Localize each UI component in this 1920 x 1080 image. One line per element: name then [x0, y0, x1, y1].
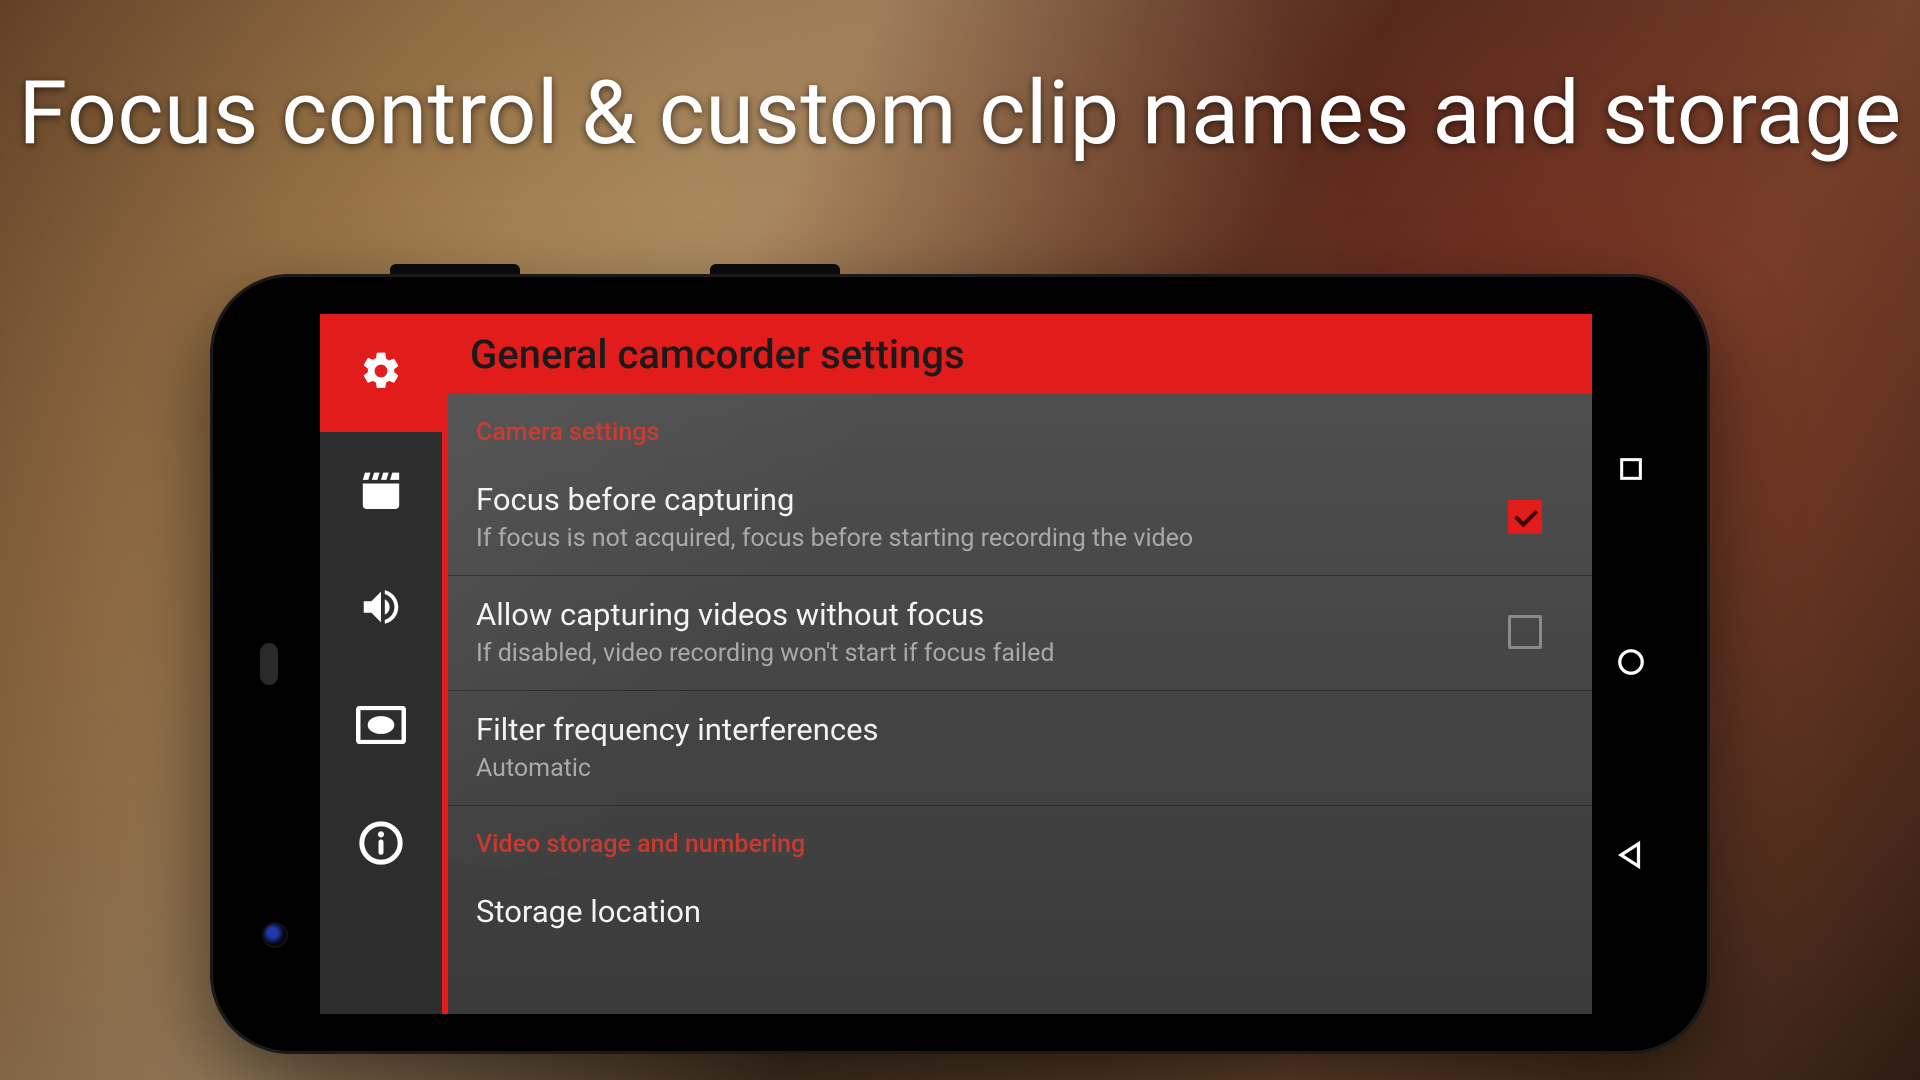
sidebar-item-about[interactable] [320, 786, 442, 904]
sidebar-item-display[interactable] [320, 668, 442, 786]
back-button[interactable] [1614, 840, 1648, 874]
android-navbar [1592, 314, 1670, 1014]
sidebar-item-general[interactable] [320, 314, 442, 432]
square-icon [1617, 455, 1645, 487]
settings-panel[interactable]: Camera settings Focus before capturing I… [448, 394, 1592, 1014]
setting-subtitle: If disabled, video recording won't start… [476, 639, 1484, 668]
setting-allow-capture-without-focus[interactable]: Allow capturing videos without focus If … [448, 576, 1592, 691]
setting-filter-frequency[interactable]: Filter frequency interferences Automatic [448, 691, 1592, 806]
setting-value: Automatic [476, 754, 1564, 783]
setting-focus-before-capturing[interactable]: Focus before capturing If focus is not a… [448, 461, 1592, 576]
setting-title: Allow capturing videos without focus [476, 596, 1484, 633]
page-title: General camcorder settings [448, 314, 1592, 394]
setting-title: Filter frequency interferences [476, 711, 1564, 748]
setting-title: Storage location [476, 893, 1564, 930]
sidebar-item-audio[interactable] [320, 550, 442, 668]
volume-icon [358, 584, 404, 634]
phone-mockup: General camcorder settings Camera settin… [210, 274, 1710, 1054]
app-root: General camcorder settings Camera settin… [320, 314, 1592, 1014]
settings-sidebar [320, 314, 442, 1014]
triangle-back-icon [1616, 840, 1646, 874]
promo-headline: Focus control & custom clip names and st… [0, 62, 1920, 165]
clapperboard-icon [359, 469, 403, 513]
phone-speaker [260, 643, 278, 685]
phone-front-camera [264, 924, 286, 946]
sidebar-item-video[interactable] [320, 432, 442, 550]
setting-title: Focus before capturing [476, 481, 1484, 518]
recent-apps-button[interactable] [1614, 454, 1648, 488]
setting-subtitle: If focus is not acquired, focus before s… [476, 524, 1484, 553]
gear-icon [359, 349, 403, 397]
circle-icon [1616, 647, 1646, 681]
home-button[interactable] [1614, 647, 1648, 681]
section-camera-settings: Camera settings [448, 394, 1592, 461]
phone-screen: General camcorder settings Camera settin… [320, 314, 1670, 1014]
checkbox-focus-before-capturing[interactable] [1508, 500, 1542, 534]
setting-storage-location[interactable]: Storage location [448, 873, 1592, 930]
display-eye-icon [356, 706, 406, 748]
section-storage-numbering: Video storage and numbering [448, 806, 1592, 873]
settings-content: General camcorder settings Camera settin… [442, 314, 1592, 1014]
info-icon [358, 820, 404, 870]
checkbox-allow-without-focus[interactable] [1508, 615, 1542, 649]
